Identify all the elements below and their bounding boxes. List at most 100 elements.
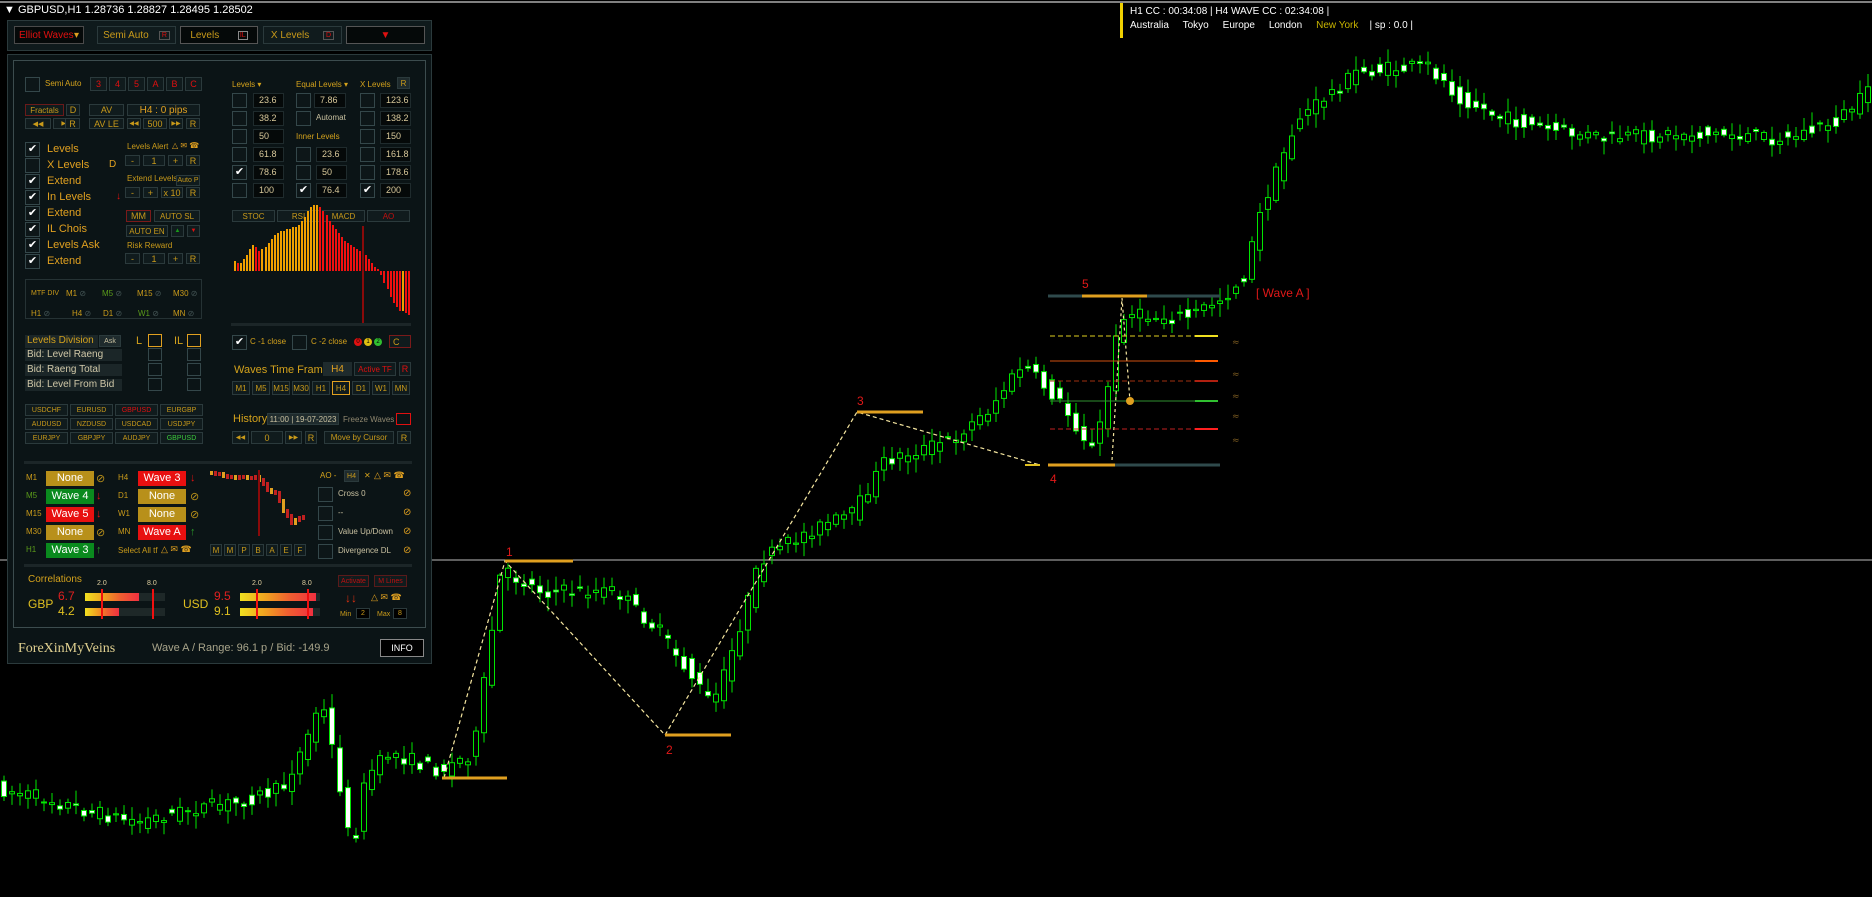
mm-button[interactable]: MM — [126, 210, 151, 222]
av-value[interactable]: 500 — [143, 118, 167, 129]
disabled-icon[interactable]: ⊘ — [403, 507, 411, 518]
select-all-alert-icons[interactable]: △ ✉ ☎ — [161, 544, 192, 555]
fractal-reset-button[interactable]: R — [65, 118, 80, 129]
inner-level-input-50[interactable]: 50 — [316, 165, 347, 180]
mtf-h1[interactable]: H1 ⊘ — [31, 309, 50, 318]
checkbox-in-levels[interactable]: ✔ — [25, 190, 40, 205]
wave-button-b[interactable]: B — [166, 77, 183, 91]
pair-eurgbp[interactable]: EURGBP — [160, 404, 203, 416]
x-level-input-178.6[interactable]: 178.6 — [380, 165, 411, 180]
risk-reward-reset[interactable]: R — [186, 253, 200, 264]
mini-button-6[interactable]: F — [294, 544, 306, 556]
risk-reward-value[interactable]: 1 — [143, 253, 165, 264]
equal-level-input[interactable]: 7.86 — [314, 93, 346, 108]
activate-button[interactable]: Activate — [338, 575, 369, 587]
automat-checkbox[interactable] — [296, 111, 311, 126]
mini-button-4[interactable]: A — [266, 544, 278, 556]
levels-button[interactable]: Levels IL — [180, 26, 258, 44]
pair-gbpusd[interactable]: GBPUSD — [115, 404, 158, 416]
inner-level-checkbox-76.4[interactable]: ✔ — [296, 183, 311, 198]
arrow-up-button[interactable]: ▲ — [171, 225, 184, 237]
disabled-icon[interactable]: ⊘ — [403, 488, 411, 499]
semi-auto-badge[interactable]: R — [158, 30, 170, 40]
fractals-button[interactable]: Fractals — [25, 104, 64, 116]
tf-button-m30[interactable]: M30 — [292, 381, 310, 395]
history-value[interactable]: 0 — [251, 431, 283, 444]
osc-tab-ao[interactable]: AO — [367, 210, 410, 222]
division-il-box-0[interactable] — [187, 348, 201, 361]
x-level-input-150[interactable]: 150 — [380, 129, 411, 144]
active-tf-button[interactable]: Active TF — [354, 362, 396, 376]
checkbox-x-levels[interactable] — [25, 158, 40, 173]
corr-alert-icons[interactable]: △ ✉ ☎ — [371, 592, 402, 603]
semi-auto-button[interactable]: Semi Auto R — [97, 26, 176, 44]
av-prev-button[interactable]: ◀◀ — [127, 118, 141, 129]
osc-tab-stoc[interactable]: STOC — [232, 210, 275, 222]
x-level-input-138.2[interactable]: 138.2 — [380, 111, 411, 126]
tf-button-w1[interactable]: W1 — [372, 381, 390, 395]
level-checkbox-50[interactable] — [232, 129, 247, 144]
mtf-m15[interactable]: M15 ⊘ — [137, 289, 162, 298]
history-prev-button[interactable]: ◀◀ — [232, 431, 249, 444]
fractals-d-button[interactable]: D — [66, 104, 80, 116]
av-le-button[interactable]: AV LE — [89, 118, 124, 129]
ao-alert-icons[interactable]: △ ✉ ☎ — [374, 470, 405, 481]
disabled-icon[interactable]: ⊘ — [403, 526, 411, 537]
auto-sl-button[interactable]: AUTO SL — [154, 210, 200, 222]
tf-button-m5[interactable]: M5 — [252, 381, 270, 395]
l-toggle[interactable] — [148, 334, 162, 347]
level-input-50[interactable]: 50 — [253, 129, 284, 144]
pair-gbpjpy[interactable]: GBPJPY — [70, 432, 113, 444]
pair-eurusd[interactable]: EURUSD — [70, 404, 113, 416]
waves-tf-reset[interactable]: R — [399, 362, 411, 376]
level-checkbox-61.8[interactable] — [232, 147, 247, 162]
mini-button-5[interactable]: E — [280, 544, 292, 556]
tf-button-m1[interactable]: M1 — [232, 381, 250, 395]
equal-level-checkbox[interactable] — [296, 93, 311, 108]
checkbox-levels[interactable]: ✔ — [25, 142, 40, 157]
av-button[interactable]: AV — [89, 104, 124, 116]
x-level-checkbox-138.2[interactable] — [360, 111, 375, 126]
wave-button-3[interactable]: 3 — [90, 77, 107, 91]
collapse-icon[interactable]: ▼ — [4, 4, 18, 16]
levels-alert-value[interactable]: 1 — [143, 155, 165, 166]
division-l-box-2[interactable] — [148, 378, 162, 391]
checkbox-levels-ask[interactable]: ✔ — [25, 238, 40, 253]
mtf-m5[interactable]: M5 ⊘ — [102, 289, 122, 298]
mini-button-3[interactable]: B — [252, 544, 264, 556]
x-level-input-200[interactable]: 200 — [380, 183, 411, 198]
levels-alert-plus[interactable]: + — [168, 155, 183, 166]
ao-tf-button[interactable]: H4 — [344, 470, 359, 482]
move-reset-button[interactable]: R — [397, 431, 411, 444]
history-next-button[interactable]: ▶▶ — [285, 431, 302, 444]
collapse-panel-button[interactable]: ▼ — [346, 26, 425, 44]
pair-audusd[interactable]: AUDUSD — [25, 418, 68, 430]
division-l-box-1[interactable] — [148, 363, 162, 376]
mtf-mn[interactable]: MN ⊘ — [173, 309, 194, 318]
mtf-m1[interactable]: M1 ⊘ — [66, 289, 86, 298]
wave-button-5[interactable]: 5 — [128, 77, 145, 91]
x-levels-reset[interactable]: R — [397, 77, 410, 89]
pair-usdcad[interactable]: USDCAD — [115, 418, 158, 430]
pair-audjpy[interactable]: AUDJPY — [115, 432, 158, 444]
x-levels-badge[interactable]: D — [323, 30, 335, 40]
extend-minus[interactable]: - — [125, 187, 140, 198]
mini-button-2[interactable]: P — [238, 544, 250, 556]
mtf-d1[interactable]: D1 ⊘ — [103, 309, 122, 318]
level-input-38.2[interactable]: 38.2 — [253, 111, 284, 126]
mtf-w1[interactable]: W1 ⊘ — [138, 309, 159, 318]
checkbox-il-chois[interactable]: ✔ — [25, 222, 40, 237]
info-button[interactable]: INFO — [380, 639, 424, 657]
inner-level-input-76.4[interactable]: 76.4 — [316, 183, 347, 198]
disabled-icon[interactable]: ⊘ — [403, 545, 411, 556]
wave-button-4[interactable]: 4 — [109, 77, 126, 91]
inner-level-checkbox-50[interactable] — [296, 165, 311, 180]
mini-button-1[interactable]: M — [224, 544, 236, 556]
x-level-checkbox-178.6[interactable] — [360, 165, 375, 180]
checkbox-extend[interactable]: ✔ — [25, 254, 40, 269]
il-toggle[interactable] — [187, 334, 201, 347]
tf-button-h4[interactable]: H4 — [332, 381, 350, 395]
history-reset-button[interactable]: R — [305, 431, 317, 444]
wave-button-a[interactable]: A — [147, 77, 164, 91]
level-checkbox-78.6[interactable]: ✔ — [232, 165, 247, 180]
